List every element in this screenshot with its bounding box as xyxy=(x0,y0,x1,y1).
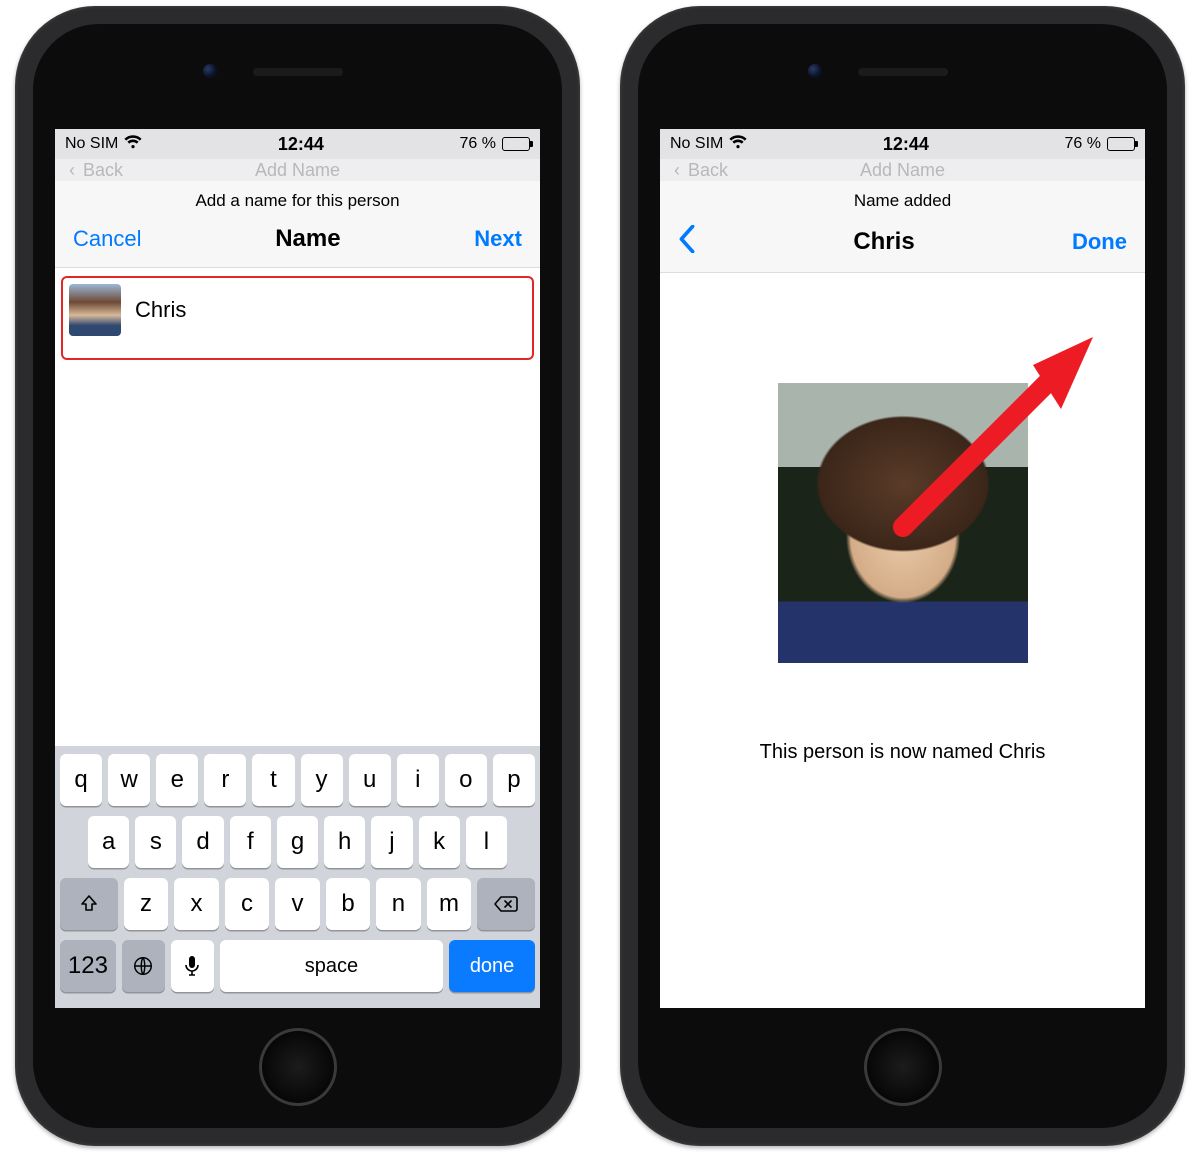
key-o[interactable]: o xyxy=(445,754,487,806)
key-t[interactable]: t xyxy=(252,754,294,806)
phone-speaker xyxy=(253,68,343,76)
wifi-icon xyxy=(124,135,142,154)
battery-percent: 76 % xyxy=(1065,135,1101,153)
underlying-nav: ‹ Back Add Name xyxy=(55,159,540,181)
key-y[interactable]: y xyxy=(301,754,343,806)
backspace-key[interactable] xyxy=(477,878,535,930)
carrier-label: No SIM xyxy=(65,135,118,153)
face-thumbnail xyxy=(69,284,121,336)
mic-key[interactable] xyxy=(171,940,214,992)
page-title: Chris xyxy=(853,228,914,256)
home-button[interactable] xyxy=(259,1028,337,1106)
phone-camera xyxy=(808,64,822,78)
key-w[interactable]: w xyxy=(108,754,150,806)
phone-frame: No SIM 12:44 76 % ‹ Back Add Name xyxy=(15,6,580,1146)
clock: 12:44 xyxy=(883,134,929,155)
page-title: Name xyxy=(275,225,340,253)
shift-key[interactable] xyxy=(60,878,118,930)
keyboard-done-key[interactable]: done xyxy=(449,940,535,992)
key-123[interactable]: 123 xyxy=(60,940,116,992)
key-q[interactable]: q xyxy=(60,754,102,806)
cancel-button[interactable]: Cancel xyxy=(73,226,141,252)
keyboard: qwertyuiop asdfghjkl zxcvbnm 123 space d… xyxy=(55,746,540,1008)
person-photo xyxy=(778,383,1028,663)
battery-icon xyxy=(1107,137,1135,151)
sheet-header: Name added Chris Done xyxy=(660,181,1145,273)
underlying-nav: ‹ Back Add Name xyxy=(660,159,1145,181)
key-k[interactable]: k xyxy=(419,816,460,868)
key-u[interactable]: u xyxy=(349,754,391,806)
key-a[interactable]: a xyxy=(88,816,129,868)
screen-right: No SIM 12:44 76 % ‹ Back Add Name Name a… xyxy=(660,129,1145,1008)
sheet-header: Add a name for this person Cancel Name N… xyxy=(55,181,540,268)
name-input-value[interactable]: Chris xyxy=(135,297,186,323)
key-p[interactable]: p xyxy=(493,754,535,806)
key-b[interactable]: b xyxy=(326,878,370,930)
next-button[interactable]: Next xyxy=(474,226,522,252)
phone-speaker xyxy=(858,68,948,76)
phone-frame: No SIM 12:44 76 % ‹ Back Add Name Name a… xyxy=(620,6,1185,1146)
sheet-hint: Name added xyxy=(660,181,1145,219)
screen-left: No SIM 12:44 76 % ‹ Back Add Name xyxy=(55,129,540,1008)
key-v[interactable]: v xyxy=(275,878,319,930)
back-button[interactable] xyxy=(678,225,696,258)
clock: 12:44 xyxy=(278,134,324,155)
key-m[interactable]: m xyxy=(427,878,471,930)
key-d[interactable]: d xyxy=(182,816,223,868)
confirm-text: This person is now named Chris xyxy=(760,741,1046,764)
space-key[interactable]: space xyxy=(220,940,443,992)
key-s[interactable]: s xyxy=(135,816,176,868)
sheet-hint: Add a name for this person xyxy=(55,181,540,219)
battery-percent: 76 % xyxy=(460,135,496,153)
phone-camera xyxy=(203,64,217,78)
status-bar: No SIM 12:44 76 % xyxy=(660,129,1145,159)
home-button[interactable] xyxy=(864,1028,942,1106)
globe-key[interactable] xyxy=(122,940,165,992)
name-input-row[interactable]: Chris xyxy=(61,276,534,360)
key-l[interactable]: l xyxy=(466,816,507,868)
key-h[interactable]: h xyxy=(324,816,365,868)
key-x[interactable]: x xyxy=(174,878,218,930)
key-r[interactable]: r xyxy=(204,754,246,806)
key-g[interactable]: g xyxy=(277,816,318,868)
key-f[interactable]: f xyxy=(230,816,271,868)
key-e[interactable]: e xyxy=(156,754,198,806)
done-button[interactable]: Done xyxy=(1072,229,1127,255)
key-n[interactable]: n xyxy=(376,878,420,930)
key-c[interactable]: c xyxy=(225,878,269,930)
key-j[interactable]: j xyxy=(371,816,412,868)
wifi-icon xyxy=(729,135,747,154)
battery-icon xyxy=(502,137,530,151)
carrier-label: No SIM xyxy=(670,135,723,153)
key-i[interactable]: i xyxy=(397,754,439,806)
key-z[interactable]: z xyxy=(124,878,168,930)
status-bar: No SIM 12:44 76 % xyxy=(55,129,540,159)
